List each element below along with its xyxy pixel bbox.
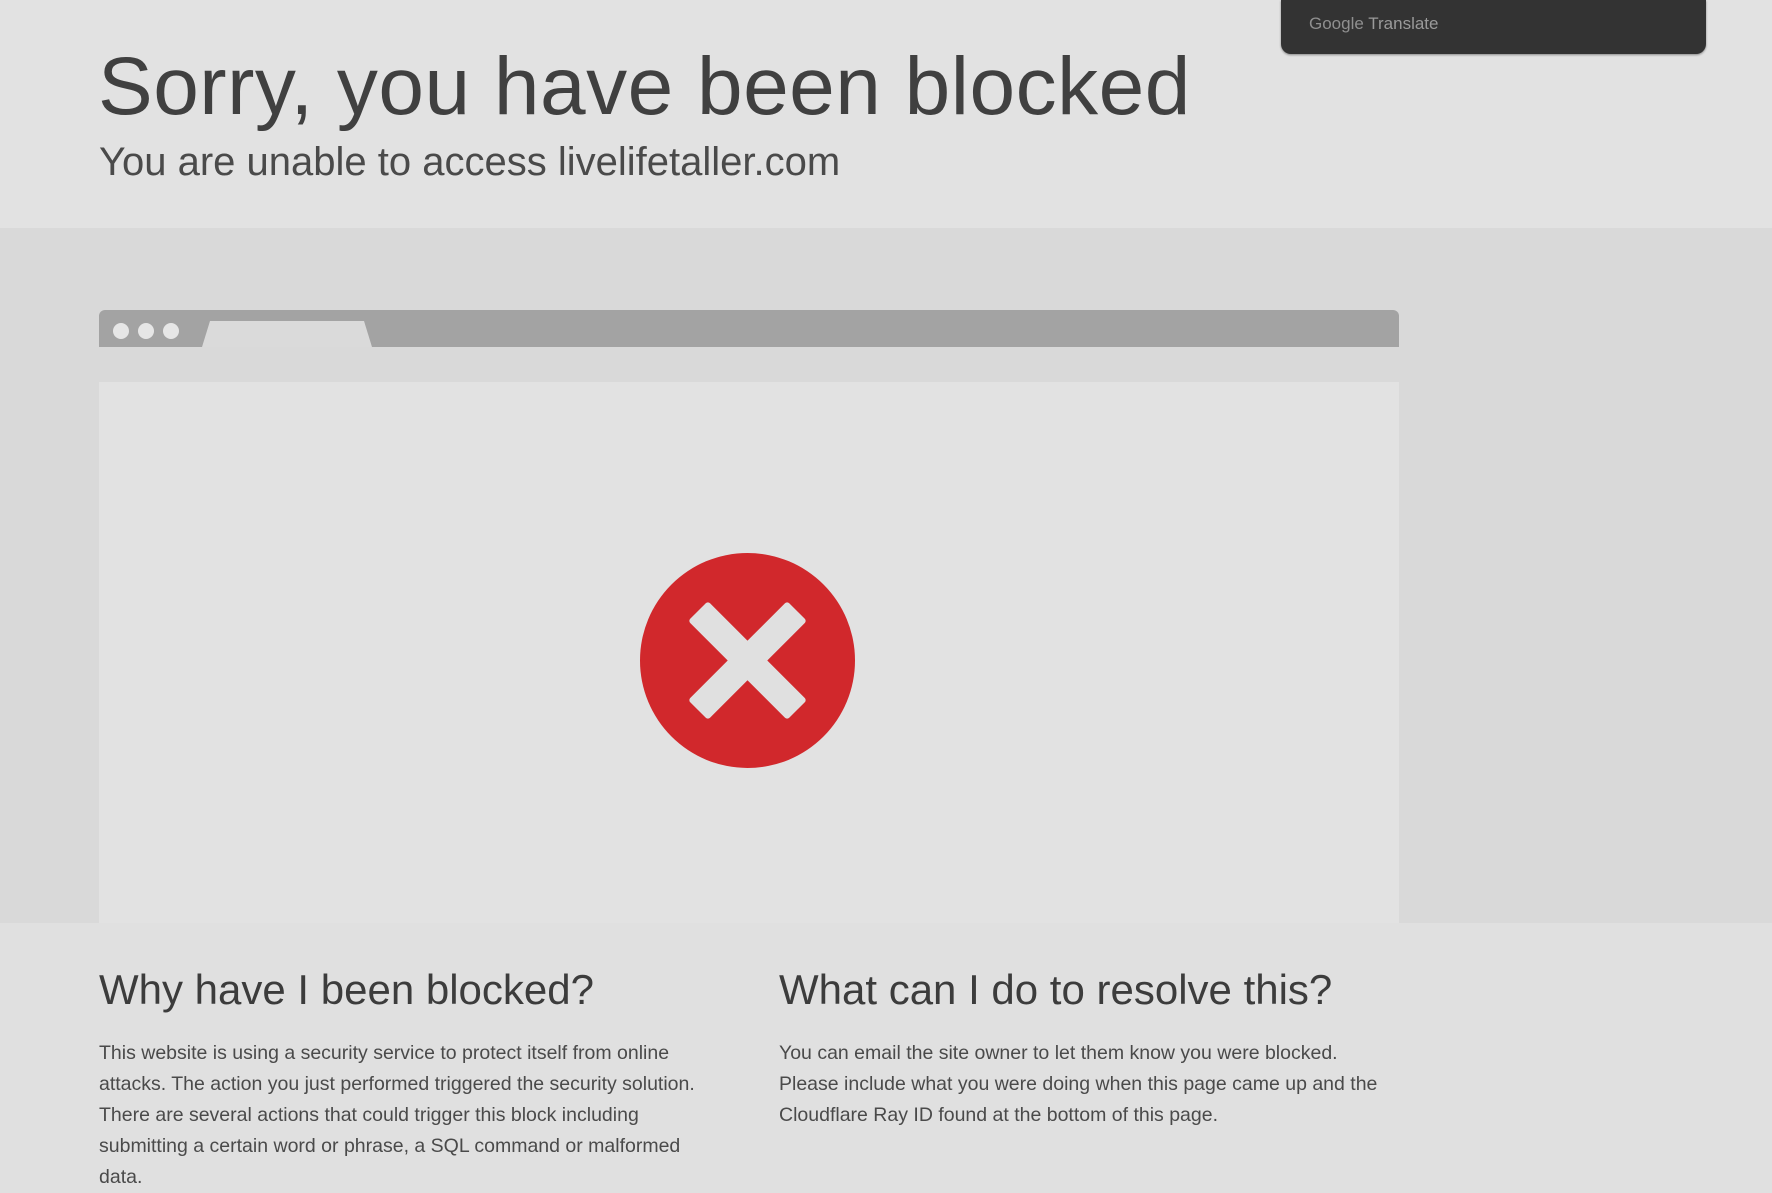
google-brand-text: Google <box>1309 14 1364 33</box>
browser-tab <box>202 321 372 347</box>
why-blocked-heading: Why have I been blocked? <box>99 966 594 1013</box>
resolve-section: What can I do to resolve this? You can e… <box>779 965 1399 1131</box>
translate-text: Translate <box>1368 14 1439 33</box>
why-blocked-text: This website is using a security service… <box>99 1042 695 1189</box>
window-dot-icon <box>138 323 154 339</box>
resolve-text: You can email the site owner to let them… <box>779 1042 1378 1127</box>
browser-window-titlebar <box>99 310 1399 347</box>
page-subtitle: You are unable to access livelifetaller.… <box>99 140 841 184</box>
why-blocked-section: Why have I been blocked? This website is… <box>99 965 719 1193</box>
window-dot-icon <box>113 323 129 339</box>
blocked-x-icon <box>640 553 855 768</box>
window-dot-icon <box>163 323 179 339</box>
page-title: Sorry, you have been blocked <box>98 41 1191 132</box>
google-translate-bar[interactable]: Google Translate <box>1281 0 1706 54</box>
google-translate-label[interactable]: Google Translate <box>1309 14 1438 34</box>
resolve-heading: What can I do to resolve this? <box>779 966 1333 1013</box>
